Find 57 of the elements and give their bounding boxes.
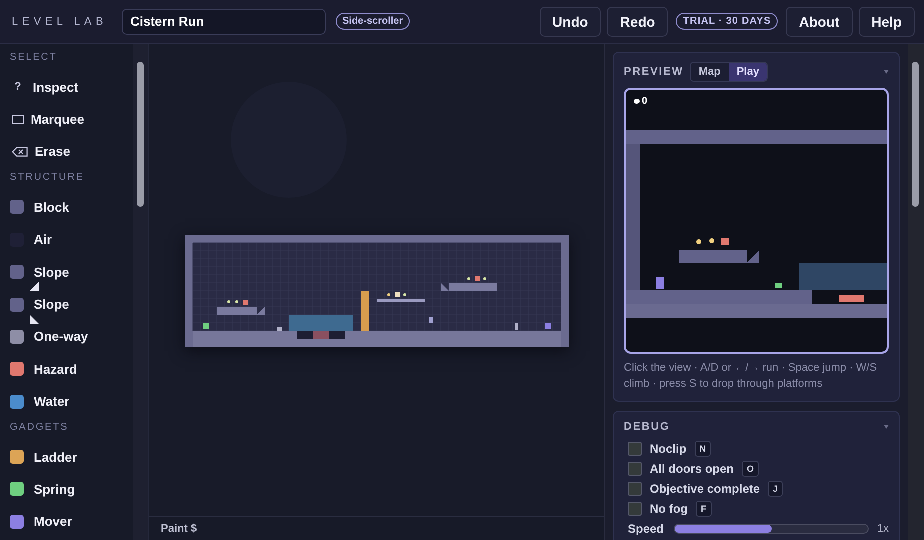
view-tab[interactable]: Map — [690, 63, 729, 81]
checkbox[interactable] — [628, 502, 642, 516]
checkbox[interactable] — [628, 482, 642, 496]
shortcut-key: N — [694, 441, 712, 457]
checkbox[interactable] — [628, 462, 642, 476]
checkbox[interactable] — [628, 442, 642, 456]
eraser-icon — [12, 146, 28, 157]
toolbar-button[interactable]: Undo — [540, 6, 602, 36]
palette-item[interactable]: Spring — [10, 473, 133, 506]
toolbar-button[interactable]: Help — [858, 6, 915, 36]
slope-up-icon — [30, 282, 39, 292]
shortcut-key: F — [696, 501, 712, 517]
view-tab[interactable]: Play — [728, 63, 768, 81]
section-heading: SELECT — [10, 52, 58, 65]
caret-icon[interactable] — [884, 70, 889, 74]
palette-item[interactable]: Ladder — [10, 440, 133, 474]
option-label: No fog — [650, 502, 688, 516]
app-logo: LEVEL LAB — [12, 16, 108, 28]
shortcut-key: O — [742, 461, 760, 477]
status-text: Paint $ — [149, 516, 604, 540]
level-name-field[interactable]: Cistern Run — [122, 8, 326, 34]
coin-count: 0 — [642, 96, 648, 107]
game-preview[interactable]: 0 — [624, 88, 889, 354]
section-heading: GADGETS — [10, 422, 70, 435]
toolbar-button[interactable]: About — [786, 6, 853, 36]
toolbar-button[interactable]: Redo — [607, 6, 668, 36]
palette-item[interactable]: ? Inspect — [10, 71, 133, 104]
speed-value: 1x — [877, 523, 889, 535]
palette-item[interactable]: Block — [10, 191, 133, 224]
slope-down-icon — [30, 314, 39, 324]
option-label: Objective complete — [650, 482, 760, 496]
speed-slider[interactable] — [674, 524, 870, 534]
panel-heading: DEBUG — [624, 421, 670, 433]
option-label: Noclip — [650, 442, 687, 456]
speed-label: Speed — [628, 522, 666, 536]
palette-item[interactable]: Air — [10, 224, 133, 256]
panel-heading: PREVIEW — [624, 66, 684, 78]
palette-item[interactable]: Hazard — [10, 353, 133, 386]
palette-item[interactable]: Mover — [10, 506, 133, 538]
palette-item[interactable]: Slope — [10, 288, 133, 321]
palette-item[interactable]: Marquee — [10, 103, 133, 136]
palette-item[interactable]: Slope — [10, 256, 133, 288]
rectangle-icon — [12, 115, 24, 124]
option-label: All doors open — [650, 462, 734, 476]
coin-icon — [634, 99, 640, 104]
trial-badge: TRIAL · 30 DAYS — [676, 13, 778, 30]
palette-item[interactable]: Water — [10, 386, 133, 418]
question-icon: ? — [12, 81, 24, 94]
palette-item[interactable]: One-way — [10, 320, 133, 354]
scrollbar[interactable] — [133, 44, 148, 540]
controls-hint: Click the view · A/D or ←/→ run · Space jump · W/S climb · press S to drop through platforms — [624, 361, 878, 392]
palette-item[interactable]: Erase — [10, 136, 133, 168]
scrollbar[interactable] — [908, 44, 924, 540]
mode-badge: Side-scroller — [336, 13, 410, 30]
shortcut-key: J — [768, 481, 784, 497]
caret-icon[interactable] — [884, 425, 889, 429]
section-heading: STRUCTURE — [10, 172, 86, 186]
